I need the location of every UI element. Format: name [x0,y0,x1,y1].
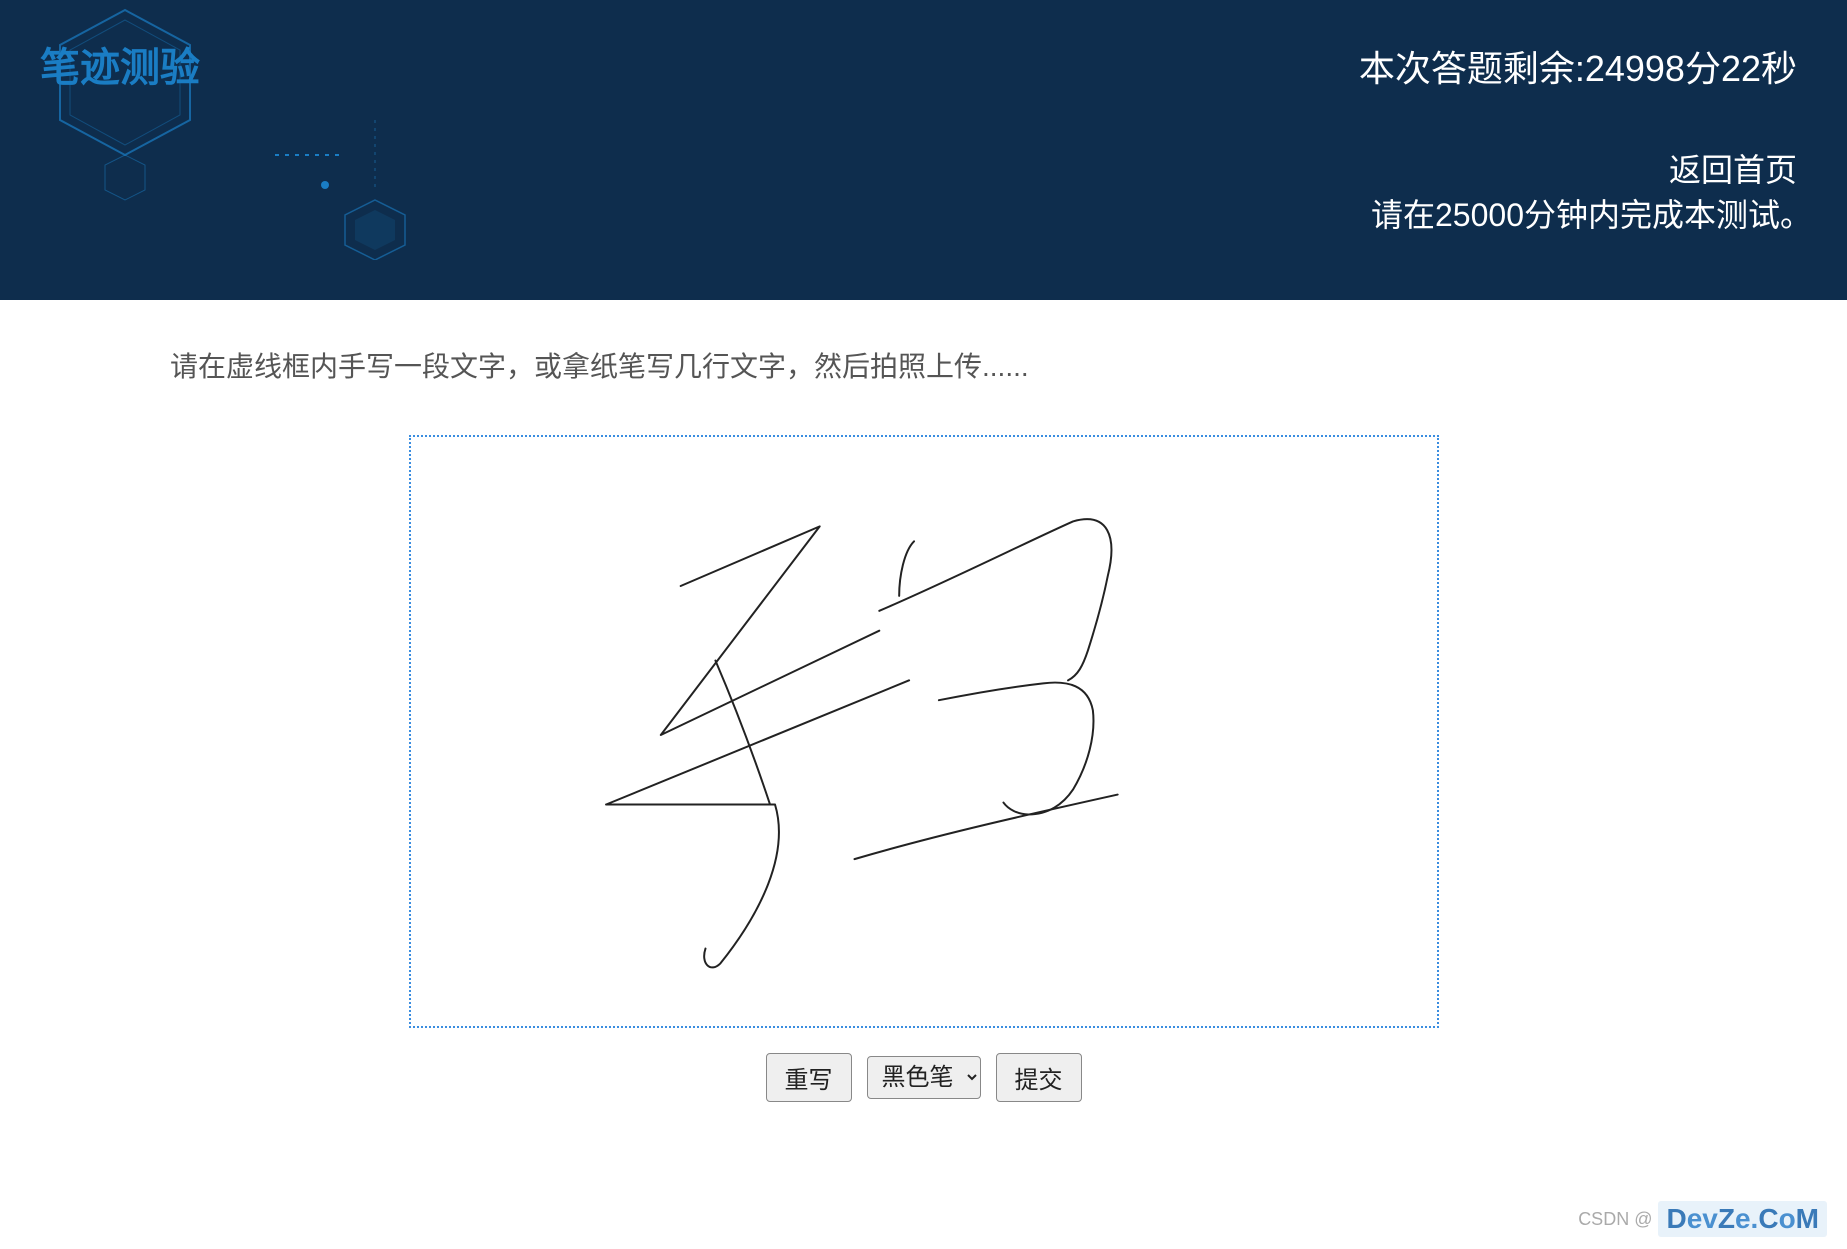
handwriting-strokes-icon [411,437,1437,1026]
watermark-csdn-text: CSDN @ [1578,1209,1652,1230]
rewrite-button[interactable]: 重写 [766,1053,852,1102]
page-title: 笔迹测验 [40,35,200,93]
canvas-controls: 重写 黑色笔 提交 [766,1053,1082,1102]
submit-button[interactable]: 提交 [996,1053,1082,1102]
instruction-text: 请在虚线框内手写一段文字，或拿纸笔写几行文字，然后拍照上传...... [170,345,1677,385]
content-area: 请在虚线框内手写一段文字，或拿纸笔写几行文字，然后拍照上传...... [0,300,1847,1147]
handwriting-canvas[interactable] [409,435,1439,1028]
pen-color-select[interactable]: 黑色笔 [867,1056,981,1099]
watermark: CSDN @ DevZe.CoM [1578,1201,1827,1237]
timer-text: 本次答题剩余:24998分22秒 [1359,40,1797,92]
canvas-wrapper: 重写 黑色笔 提交 [170,435,1677,1102]
watermark-devze-text: DevZe.CoM [1658,1201,1827,1237]
header: 笔迹测验 本次答题剩余:24998分22秒 返回首页 请在25000分钟内完成本… [0,0,1847,300]
deadline-text: 请在25000分钟内完成本测试。 [1371,190,1812,236]
return-home-link[interactable]: 返回首页 [1669,145,1797,191]
